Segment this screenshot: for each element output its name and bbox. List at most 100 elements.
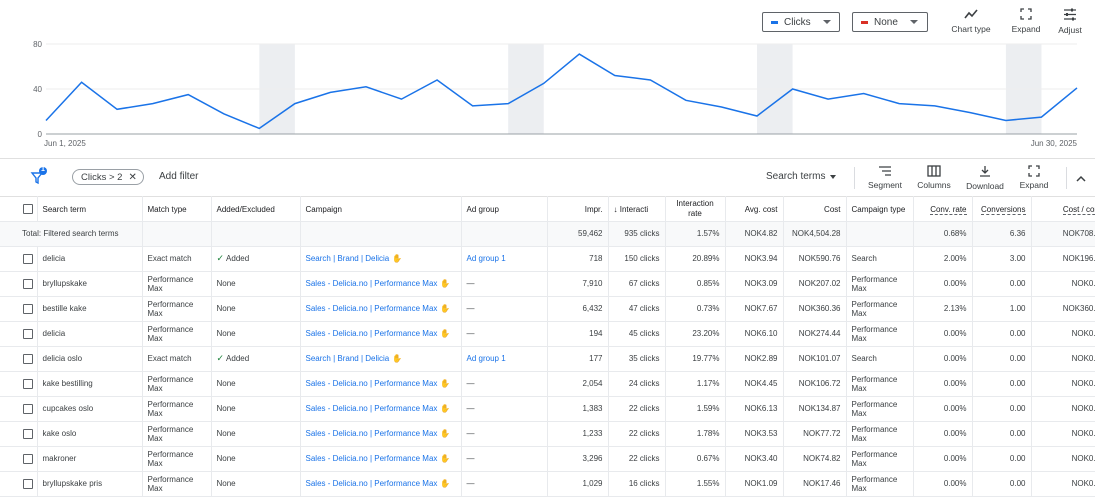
row-added-cell[interactable]: ✓ Added [211, 346, 301, 372]
pause-hand-icon: ✋ [440, 379, 451, 389]
row-checkbox[interactable] [0, 271, 38, 297]
download-button[interactable]: Download [962, 165, 1008, 191]
row-campaign-link[interactable]: Sales - Delicia.no | Performance Max [306, 279, 438, 288]
row-added-cell[interactable]: None [211, 396, 301, 422]
check-icon: ✓ [216, 253, 225, 264]
row-campaign-link[interactable]: Search | Brand | Delicia [306, 354, 390, 363]
filter-button[interactable]: 1 [30, 166, 50, 192]
row-interaction-rate: 1.17% [665, 371, 726, 397]
row-checkbox[interactable] [0, 246, 38, 272]
table-row[interactable]: kake oslo Performance Max None Sales - D… [0, 421, 1095, 447]
table-row[interactable]: kake bestilling Performance Max None Sal… [0, 371, 1095, 397]
row-campaign-link[interactable]: Sales - Delicia.no | Performance Max [306, 329, 438, 338]
row-interaction-rate: 20.89% [665, 246, 726, 272]
row-impressions: 3,296 [547, 446, 609, 472]
row-added-cell[interactable]: ✓ Added [211, 246, 301, 272]
row-added-cell[interactable]: None [211, 271, 301, 297]
row-interactions: 24 clicks [608, 371, 666, 397]
row-added-cell[interactable]: None [211, 321, 301, 347]
pause-hand-icon: ✋ [392, 354, 403, 364]
col-ad-group[interactable]: Ad group [461, 196, 548, 222]
col-cost[interactable]: Cost [783, 196, 847, 222]
col-interaction-rate[interactable]: Interaction rate [665, 196, 726, 222]
row-campaign-link[interactable]: Sales - Delicia.no | Performance Max [306, 304, 438, 313]
row-checkbox[interactable] [0, 346, 38, 372]
row-ad-group-cell: — [461, 446, 548, 472]
col-conversions[interactable]: Conversions [972, 196, 1032, 222]
col-impressions[interactable]: Impr. [547, 196, 609, 222]
table-row[interactable]: delicia Exact match ✓ Added Search | Bran… [0, 246, 1095, 272]
row-added-status: None [216, 404, 236, 414]
columns-button[interactable]: Columns [913, 165, 955, 190]
table-row[interactable]: delicia Performance Max None Sales - Del… [0, 321, 1095, 347]
row-cost-per-conv: NOK0.00 [1031, 396, 1095, 422]
row-checkbox[interactable] [0, 421, 38, 447]
table-expand-button[interactable]: Expand [1013, 165, 1055, 190]
col-search-term[interactable]: Search term [37, 196, 143, 222]
table-row[interactable]: cupcakes oslo Performance Max None Sales… [0, 396, 1095, 422]
col-avg-cost[interactable]: Avg. cost [725, 196, 784, 222]
search-terms-view-selector[interactable]: Search terms [766, 171, 837, 182]
table-row[interactable]: bryllupskake Performance Max None Sales … [0, 271, 1095, 297]
collapse-chart-button[interactable] [1066, 167, 1094, 189]
row-conv-rate: 0.00% [913, 421, 973, 447]
col-added-excluded[interactable]: Added/Excluded [211, 196, 301, 222]
filter-chip-clicks[interactable]: Clicks > 2 ✕ [72, 169, 144, 185]
table-row[interactable]: bestille kake Performance Max None Sales… [0, 296, 1095, 322]
row-campaign-link[interactable]: Sales - Delicia.no | Performance Max [306, 404, 438, 413]
row-checkbox[interactable] [0, 371, 38, 397]
row-ad-group-link[interactable]: Ad group 1 [467, 354, 506, 363]
row-cost-per-conv: NOK0.00 [1031, 421, 1095, 447]
table-row[interactable]: delicia oslo Exact match ✓ Added Search |… [0, 346, 1095, 372]
row-cost-per-conv: NOK0.00 [1031, 271, 1095, 297]
row-campaign-link[interactable]: Sales - Delicia.no | Performance Max [306, 429, 438, 438]
row-campaign-link[interactable]: Search | Brand | Delicia [306, 254, 390, 263]
row-checkbox[interactable] [0, 471, 38, 497]
select-all-checkbox[interactable] [0, 196, 38, 222]
row-added-status: Added [226, 354, 250, 364]
close-icon[interactable]: ✕ [128, 172, 136, 183]
col-campaign[interactable]: Campaign [300, 196, 462, 222]
x-tick-label-end: Jun 30, 2025 [1031, 139, 1078, 148]
add-filter-button[interactable]: Add filter [159, 171, 198, 182]
col-match-type[interactable]: Match type [142, 196, 212, 222]
row-avg-cost: NOK2.89 [725, 346, 784, 372]
search-terms-label: Search terms [766, 171, 826, 182]
col-interactions[interactable]: ↓ Interacti [608, 196, 666, 222]
table-row[interactable]: bryllupskake pris Performance Max None S… [0, 471, 1095, 497]
row-ad-group-link[interactable]: Ad group 1 [467, 254, 506, 263]
row-checkbox[interactable] [0, 446, 38, 472]
row-interactions: 22 clicks [608, 421, 666, 447]
row-campaign-link[interactable]: Sales - Delicia.no | Performance Max [306, 479, 438, 488]
row-conversions: 0.00 [972, 371, 1032, 397]
col-campaign-type[interactable]: Campaign type [846, 196, 914, 222]
pause-hand-icon: ✋ [440, 429, 451, 439]
row-campaign-link[interactable]: Sales - Delicia.no | Performance Max [306, 379, 438, 388]
row-campaign-link[interactable]: Sales - Delicia.no | Performance Max [306, 454, 438, 463]
segment-button[interactable]: Segment [864, 165, 906, 190]
row-conv-rate: 2.13% [913, 296, 973, 322]
table-row[interactable]: makroner Performance Max None Sales - De… [0, 446, 1095, 472]
col-cost-per-conv[interactable]: Cost / conv. [1031, 196, 1095, 222]
col-conv-rate[interactable]: Conv. rate [913, 196, 973, 222]
row-conv-rate: 0.00% [913, 446, 973, 472]
clicks-series-line [45, 53, 1078, 130]
row-cost: NOK590.76 [783, 246, 847, 272]
row-checkbox[interactable] [0, 396, 38, 422]
filter-chip-label: Clicks > 2 [81, 171, 123, 183]
row-interactions: 45 clicks [608, 321, 666, 347]
row-added-cell[interactable]: None [211, 446, 301, 472]
row-added-cell[interactable]: None [211, 471, 301, 497]
row-campaign-cell: Sales - Delicia.no | Performance Max ✋ [300, 371, 462, 397]
row-added-cell[interactable]: None [211, 371, 301, 397]
row-impressions: 2,054 [547, 371, 609, 397]
row-cost: NOK274.44 [783, 321, 847, 347]
row-checkbox[interactable] [0, 296, 38, 322]
row-ad-group-cell: — [461, 371, 548, 397]
row-added-cell[interactable]: None [211, 296, 301, 322]
row-checkbox[interactable] [0, 321, 38, 347]
row-impressions: 718 [547, 246, 609, 272]
row-added-cell[interactable]: None [211, 421, 301, 447]
performance-chart-panel: Clicks None Chart type Expand Adjust 0 40… [0, 0, 1095, 158]
row-cost-per-conv: NOK0.00 [1031, 446, 1095, 472]
